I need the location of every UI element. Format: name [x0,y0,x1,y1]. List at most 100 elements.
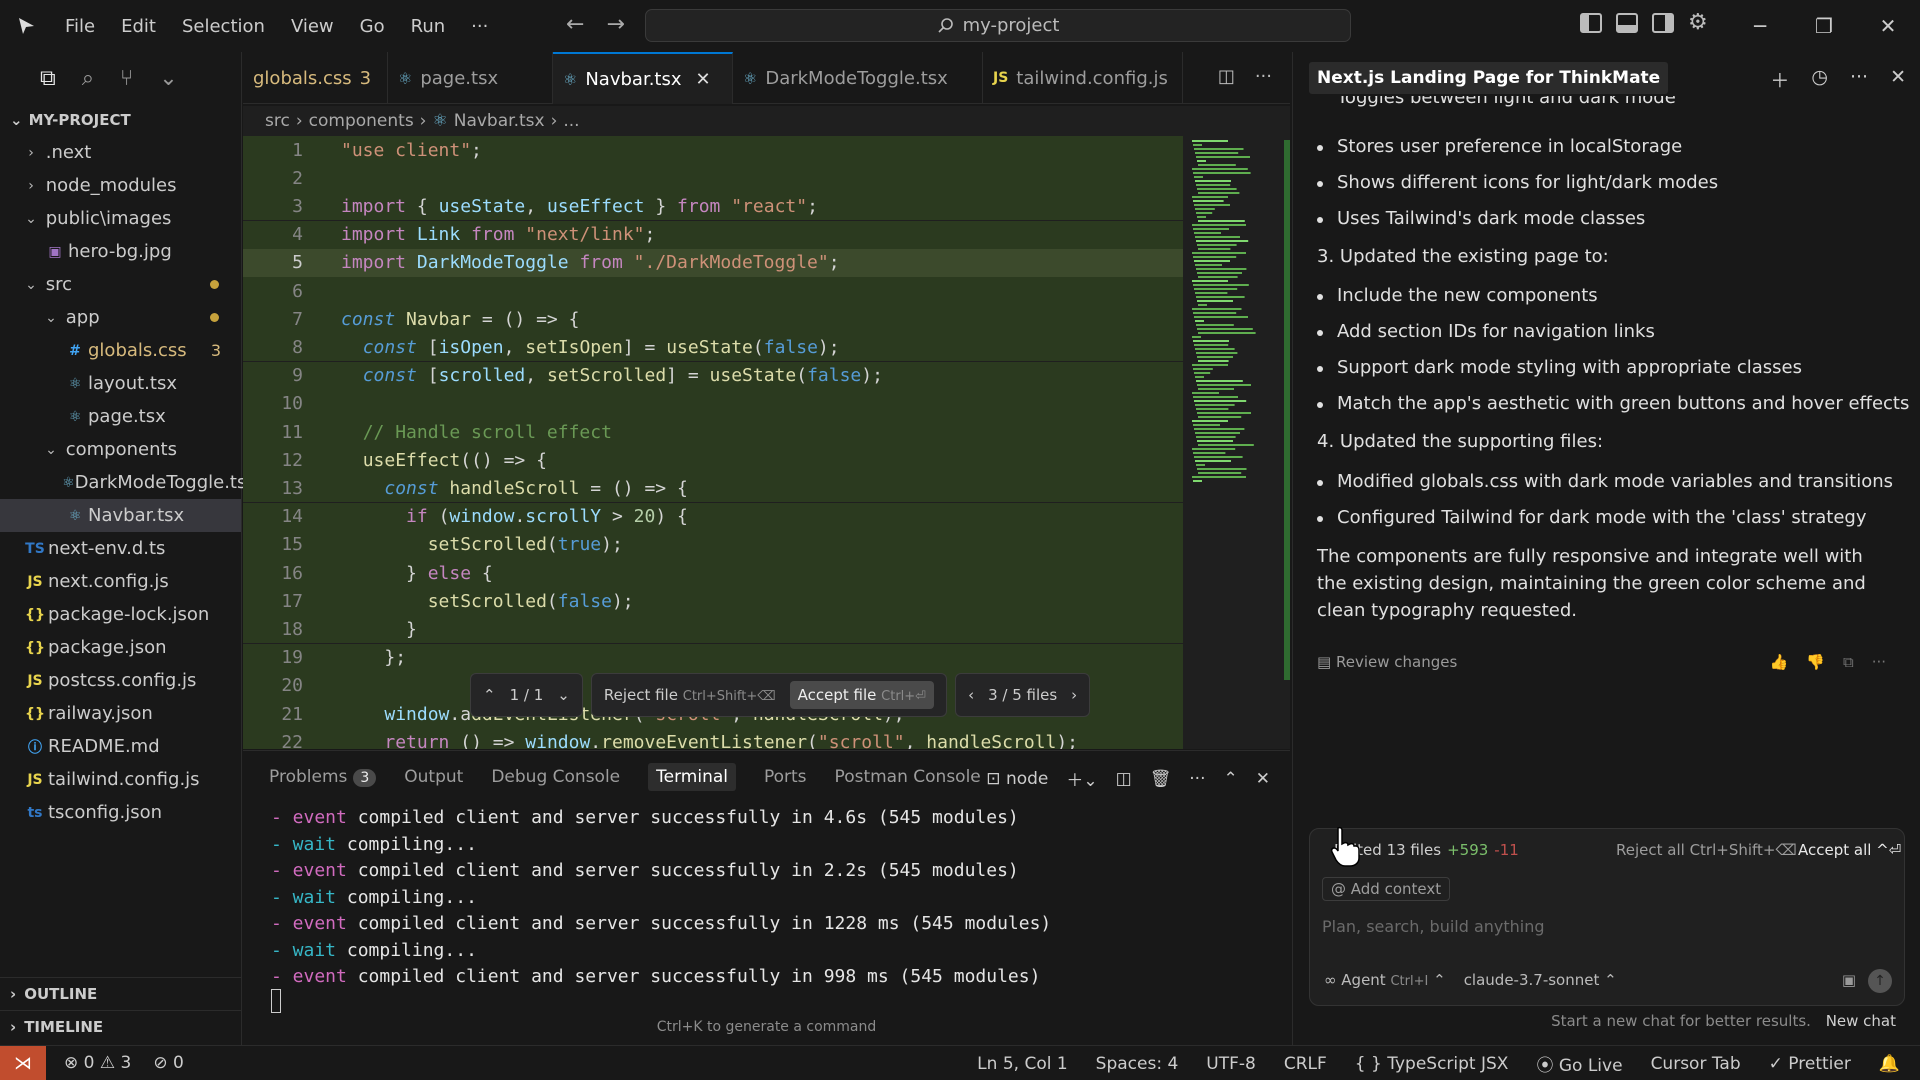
tab-problems[interactable]: Problems 3 [269,767,377,787]
breadcrumb-item[interactable]: Navbar.tsx [454,111,545,131]
timeline-section[interactable]: › TIMELINE [0,1010,242,1043]
tab-darkmodetoggle-tsx[interactable]: ⚛ DarkModeToggle.tsx [733,52,983,104]
add-context-button[interactable]: @ Add context [1322,877,1451,901]
image-attach-icon[interactable]: ▣ [1842,971,1856,989]
new-chat-link[interactable]: New chat [1826,1012,1896,1030]
tree-file[interactable]: ⓘ README.md [0,730,241,763]
tree-file[interactable]: # globals.css 3 [0,334,241,367]
editor-scrollbar[interactable] [1284,140,1290,680]
code-line[interactable]: 13 const handleScroll = () => { [243,474,1183,503]
minimize-icon[interactable]: ─ [1728,0,1792,52]
tree-file[interactable]: JS next.config.js [0,565,241,598]
review-changes-button[interactable]: ▤ Review changes [1317,653,1457,671]
tree-folder[interactable]: ⌄ public\images [0,202,241,235]
tab-postman-console[interactable]: Postman Console [835,767,981,787]
tree-folder[interactable]: › .next [0,136,241,169]
menu-run[interactable]: Run [398,16,459,37]
copy-icon[interactable]: ⧉ [1843,653,1854,671]
close-panel-icon[interactable]: ✕ [1256,769,1270,789]
tree-file[interactable]: ⚛ page.tsx [0,400,241,433]
language-mode[interactable]: { } TypeScript JSX [1355,1054,1509,1074]
problems-status[interactable]: ⊗ 0 ⚠ 3 [64,1053,131,1073]
breadcrumb-item[interactable]: src [265,111,290,131]
code-line[interactable]: 6 [243,277,1183,305]
agent-mode-selector[interactable]: ∞ Agent Ctrl+I ⌃ [1324,971,1446,989]
chevron-up-icon[interactable]: ⌃ [483,686,496,704]
chevron-down-icon[interactable]: ⌄ [159,66,177,91]
tree-file[interactable]: ⚛ DarkModeToggle.tsx [0,466,257,499]
tree-file[interactable]: JS tailwind.config.js [0,763,241,796]
tab-navbar-tsx[interactable]: ⚛ Navbar.tsx ✕ [553,52,733,104]
split-terminal-icon[interactable]: ◫ [1116,769,1132,789]
tree-file[interactable]: TS next-env.d.ts [0,532,241,565]
trash-icon[interactable]: 🗑 [1150,769,1172,789]
menu-edit[interactable]: Edit [108,16,169,37]
notifications-bell-icon[interactable]: 🔔 [1879,1054,1900,1074]
code-line[interactable]: 1 "use client"; [243,136,1183,164]
tab-page-tsx[interactable]: ⚛ page.tsx [388,52,553,104]
menu-view[interactable]: View [278,16,347,37]
toggle-secondary-sidebar-icon[interactable] [1652,13,1674,33]
thumbs-up-icon[interactable]: 👍 [1770,653,1789,671]
more-actions-icon[interactable]: ··· [1255,66,1272,87]
code-line[interactable]: 17 setScrolled(false); [243,587,1183,616]
chevron-left-icon[interactable]: ‹ [968,686,974,704]
tab-terminal[interactable]: Terminal [648,763,736,791]
menu-more[interactable]: ··· [458,16,501,37]
tree-folder[interactable]: ⌄ components [0,433,241,466]
accept-file-button[interactable]: Accept file Ctrl+⏎ [789,681,935,709]
code-line[interactable]: 22 return () => window.removeEventListen… [243,728,1183,749]
code-line[interactable]: 5 import DarkModeToggle from "./DarkModeT… [243,248,1183,277]
source-control-icon[interactable]: ⑂ [120,66,133,91]
code-line[interactable]: 8 const [isOpen, setIsOpen] = useState(f… [243,333,1183,362]
history-icon[interactable]: ◷ [1811,66,1828,93]
tree-file[interactable]: JS postcss.config.js [0,664,241,697]
breadcrumb-item[interactable]: ... [563,111,579,131]
tab-globals-css[interactable]: globals.css 3 [243,52,388,104]
chevron-right-icon[interactable]: › [1071,686,1077,704]
close-window-icon[interactable]: ✕ [1856,0,1920,52]
back-arrow-icon[interactable]: ← [566,12,584,37]
code-line[interactable]: 9 const [scrolled, setScrolled] = useSta… [243,361,1183,390]
outline-section[interactable]: › OUTLINE [0,977,242,1010]
explorer-project-header[interactable]: ⌄ MY-PROJECT [0,104,241,136]
accept-all-button[interactable]: Accept all ^⏎ [1798,841,1901,859]
thumbs-down-icon[interactable]: 👎 [1806,653,1825,671]
tab-ports[interactable]: Ports [764,767,807,787]
forward-arrow-icon[interactable]: → [606,12,624,37]
cursor-position[interactable]: Ln 5, Col 1 [977,1054,1068,1074]
tab-output[interactable]: Output [404,767,463,787]
more-actions-icon[interactable]: ··· [1872,653,1886,671]
breadcrumb-item[interactable]: components [309,111,414,131]
terminal-shell-selector[interactable]: ⊡ node [986,769,1048,789]
split-editor-icon[interactable]: ◫ [1218,66,1235,87]
code-editor[interactable]: 1 "use client"; 2 3 import { useState, useEf… [243,136,1290,749]
code-line[interactable]: 4 import Link from "next/link"; [243,220,1183,249]
code-line[interactable]: 16 } else { [243,559,1183,587]
send-arrow-icon[interactable]: ↑ [1868,969,1892,993]
close-tab-icon[interactable]: ✕ [696,69,711,90]
explorer-files-icon[interactable]: ⧉ [40,66,56,91]
minimap[interactable] [1190,140,1270,485]
cursor-tab-status[interactable]: Cursor Tab [1651,1054,1741,1074]
more-actions-icon[interactable]: ··· [1189,769,1205,789]
code-line[interactable]: 11 // Handle scroll effect [243,418,1183,446]
line-endings[interactable]: CRLF [1284,1054,1327,1074]
menu-go[interactable]: Go [347,16,398,37]
menu-selection[interactable]: Selection [169,16,278,37]
tab-tailwind-config-js[interactable]: JS tailwind.config.js [983,52,1183,104]
toggle-panel-icon[interactable] [1616,13,1638,33]
go-live-button[interactable]: ⦿ Go Live [1536,1051,1622,1076]
code-line[interactable]: 18 } [243,615,1183,644]
tree-folder[interactable]: ⌄ app [0,301,241,334]
reject-file-button[interactable]: Reject file Ctrl+Shift+⌫ [604,686,776,704]
ports-status[interactable]: ⊘ 0 [153,1053,183,1073]
tree-file[interactable]: {} package-lock.json [0,598,241,631]
code-line[interactable]: 7 const Navbar = () => { [243,305,1183,334]
tree-file[interactable]: ⚛ Navbar.tsx [0,499,241,532]
search-view-icon[interactable]: ⌕ [82,66,94,91]
prettier-status[interactable]: ✓ Prettier [1769,1054,1851,1074]
code-line[interactable]: 12 useEffect(() => { [243,446,1183,475]
tree-file[interactable]: ts tsconfig.json [0,796,241,829]
remote-indicator-icon[interactable]: ⋊ [0,1045,46,1080]
